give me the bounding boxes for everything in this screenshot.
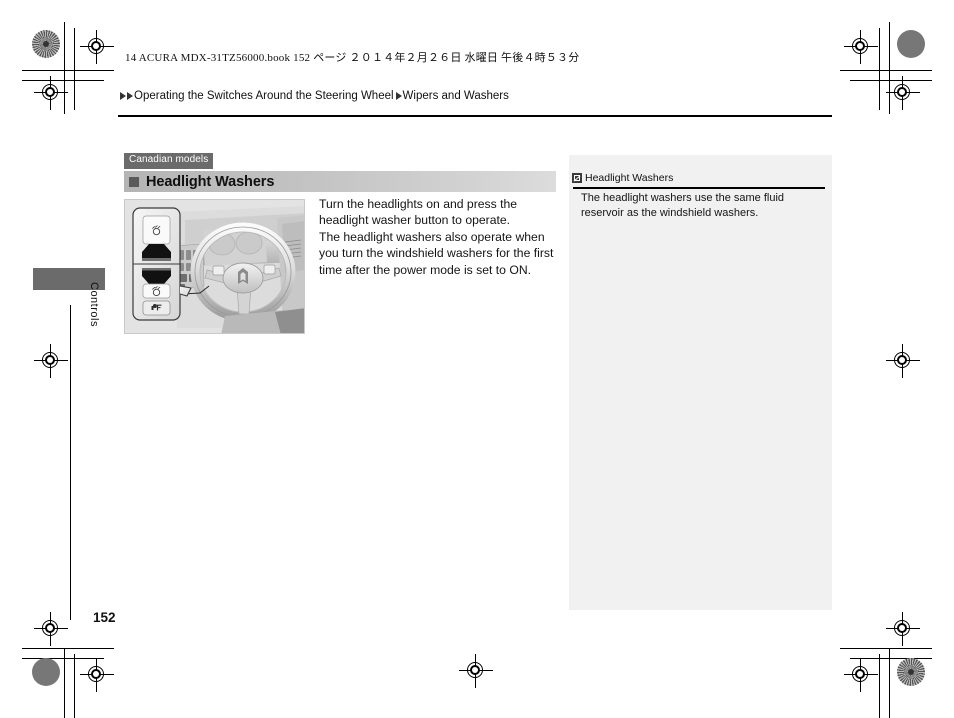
body-paragraph: Turn the headlights on and press the hea… — [319, 197, 518, 228]
header-divider — [118, 115, 832, 117]
section-bullet-icon — [129, 176, 139, 187]
crop-mark-line — [22, 70, 114, 71]
breadcrumb-item-section: Operating the Switches Around the Steeri… — [134, 90, 394, 102]
side-divider — [70, 305, 71, 620]
breadcrumb-item-subsection: Wipers and Washers — [402, 90, 509, 102]
registration-target-icon — [34, 612, 68, 646]
info-panel-divider — [573, 187, 825, 189]
info-panel-body: The headlight washers use the same fluid… — [581, 192, 785, 219]
registration-target-icon — [886, 76, 920, 110]
print-slug: 14 ACURA MDX-31TZ56000.book 152 ページ ２０１４… — [125, 52, 580, 64]
section-heading: Headlight Washers — [124, 171, 556, 192]
registration-target-icon — [80, 30, 114, 64]
color-control-dot — [32, 30, 60, 58]
registration-target-icon — [844, 658, 878, 692]
breadcrumb-arrow-icon — [127, 92, 133, 100]
info-panel: Headlight Washers The headlight washers … — [569, 155, 832, 610]
registration-target-icon — [886, 344, 920, 378]
reference-marker-icon — [572, 173, 582, 183]
crop-mark-line — [840, 70, 932, 71]
color-control-dot — [897, 658, 925, 686]
color-control-dot — [32, 658, 60, 686]
info-panel-heading-label: Headlight Washers — [585, 172, 674, 184]
registration-target-icon — [844, 30, 878, 64]
illustration-steering-wheel — [124, 199, 305, 334]
registration-target-icon — [886, 612, 920, 646]
breadcrumb-arrow-icon — [120, 92, 126, 100]
body-paragraph: The headlight washers also operate when … — [319, 229, 554, 277]
model-badge: Canadian models — [124, 153, 214, 169]
crop-mark-line — [22, 648, 114, 649]
chapter-tab-label: Controls — [88, 282, 100, 327]
info-panel-heading: Headlight Washers — [569, 172, 673, 184]
body-copy: Turn the headlights on and press the hea… — [319, 196, 559, 278]
breadcrumb-arrow-icon — [395, 92, 402, 100]
registration-target-icon — [80, 658, 114, 692]
crop-mark-line — [879, 654, 880, 718]
registration-target-icon — [34, 76, 68, 110]
registration-target-icon — [34, 344, 68, 378]
color-control-dot — [897, 30, 925, 58]
crop-mark-line — [74, 654, 75, 718]
breadcrumb: Operating the Switches Around the Steeri… — [120, 90, 511, 102]
page-title: Headlight Washers — [146, 173, 275, 190]
crop-mark-line — [840, 648, 932, 649]
crop-mark-line — [879, 28, 880, 110]
registration-target-icon — [459, 654, 493, 688]
page-number: 152 — [93, 610, 116, 625]
crop-mark-line — [74, 28, 75, 110]
